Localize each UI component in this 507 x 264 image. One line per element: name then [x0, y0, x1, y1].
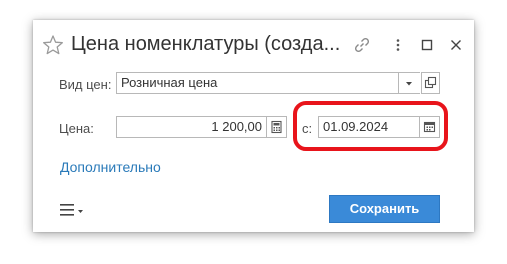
save-button[interactable]: Сохранить — [329, 195, 440, 223]
price-value: 1 200,00 — [211, 119, 262, 134]
title-bar: Цена номенклатуры (созда... — [33, 32, 474, 62]
price-type-field[interactable]: Розничная цена — [116, 72, 420, 94]
price-label: Цена: — [59, 121, 94, 136]
calendar-icon — [423, 121, 436, 133]
calculator-icon — [271, 120, 282, 134]
date-value: 01.09.2024 — [323, 119, 389, 134]
date-field[interactable]: 01.09.2024 — [318, 116, 420, 138]
close-icon[interactable] — [447, 36, 465, 54]
price-type-dropdown-button[interactable] — [398, 73, 420, 93]
dialog-window: Цена номенклатуры (созда... Вид цен: Роз… — [33, 20, 474, 232]
star-icon[interactable] — [42, 34, 64, 56]
more-options-link[interactable]: Дополнительно — [60, 159, 161, 175]
open-icon — [424, 76, 437, 89]
price-type-label: Вид цен: — [59, 77, 112, 92]
price-type-value: Розничная цена — [121, 75, 218, 90]
calculator-button[interactable] — [266, 116, 287, 138]
window-title: Цена номенклатуры (созда... — [71, 33, 341, 55]
chevron-down-icon — [406, 82, 412, 86]
menu-icon[interactable] — [59, 201, 87, 219]
open-price-type-button[interactable] — [421, 72, 440, 94]
date-label: с: — [302, 121, 313, 136]
calendar-button[interactable] — [419, 116, 440, 138]
maximize-icon[interactable] — [418, 36, 436, 54]
link-icon[interactable] — [353, 36, 371, 54]
price-field[interactable]: 1 200,00 — [116, 116, 267, 138]
more-icon[interactable] — [389, 36, 407, 54]
